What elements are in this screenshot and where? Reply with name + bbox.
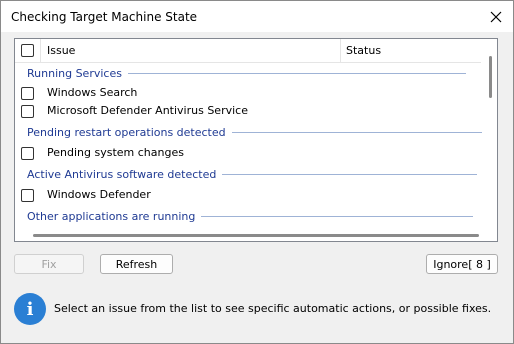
close-button[interactable] <box>479 1 513 32</box>
item-checkbox[interactable] <box>21 147 34 160</box>
dialog-window: Checking Target Machine State Issue Stat… <box>0 0 514 344</box>
window-title: Checking Target Machine State <box>11 10 198 24</box>
group-divider <box>127 73 466 74</box>
vertical-scroll-thumb[interactable] <box>489 56 492 98</box>
group-running-services: Running Services <box>27 67 466 80</box>
list-item[interactable]: Pending system changes <box>15 144 481 162</box>
item-label: Windows Search <box>47 86 138 99</box>
horizontal-scroll-thumb[interactable] <box>33 234 479 237</box>
refresh-button[interactable]: Refresh <box>100 254 173 274</box>
vertical-scrollbar[interactable] <box>483 39 497 229</box>
horizontal-scrollbar[interactable] <box>15 229 481 241</box>
list-item[interactable]: Windows Defender <box>15 186 481 204</box>
group-pending-restart: Pending restart operations detected <box>27 126 482 139</box>
issue-column-header[interactable]: Issue <box>47 44 75 57</box>
group-other-applications: Other applications are running <box>27 210 474 223</box>
info-bar: i Select an issue from the list to see s… <box>2 278 512 342</box>
info-message: Select an issue from the list to see spe… <box>54 302 492 315</box>
group-label: Other applications are running <box>27 210 196 223</box>
group-divider <box>222 174 478 175</box>
header-divider <box>340 39 341 62</box>
list-header: Issue Status <box>15 39 481 63</box>
select-all-checkbox[interactable] <box>21 44 34 57</box>
item-checkbox[interactable] <box>21 105 34 118</box>
list-item[interactable]: Microsoft Defender Antivirus Service <box>15 102 481 120</box>
group-label: Running Services <box>27 67 122 80</box>
group-divider <box>201 216 474 217</box>
title-bar: Checking Target Machine State <box>1 1 513 32</box>
item-label: Pending system changes <box>47 146 184 159</box>
group-active-antivirus: Active Antivirus software detected <box>27 168 478 181</box>
item-label: Microsoft Defender Antivirus Service <box>47 104 248 117</box>
group-label: Active Antivirus software detected <box>27 168 217 181</box>
group-divider <box>231 132 482 133</box>
issues-list[interactable]: Issue Status Running Services Windows Se… <box>14 38 498 242</box>
item-checkbox[interactable] <box>21 87 34 100</box>
info-icon: i <box>14 293 46 325</box>
fix-button[interactable]: Fix <box>14 254 84 274</box>
status-column-header[interactable]: Status <box>346 44 381 57</box>
ignore-button[interactable]: Ignore[ 8 ] <box>426 254 498 274</box>
list-item[interactable]: Windows Search <box>15 84 481 102</box>
header-divider <box>40 39 41 62</box>
close-icon <box>490 11 502 22</box>
item-checkbox[interactable] <box>21 189 34 202</box>
item-label: Windows Defender <box>47 188 151 201</box>
group-label: Pending restart operations detected <box>27 126 226 139</box>
